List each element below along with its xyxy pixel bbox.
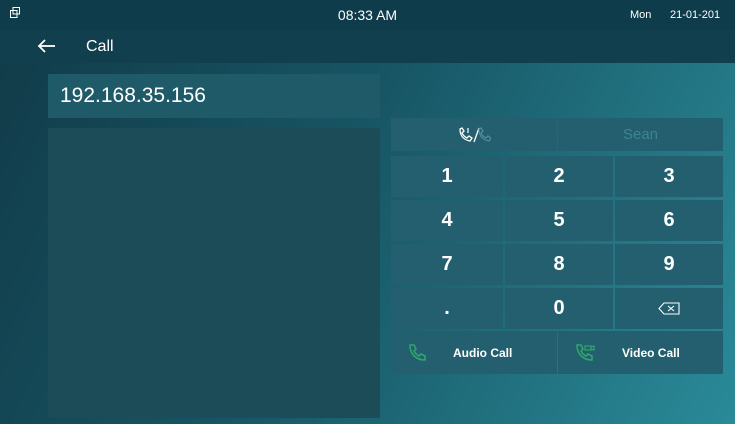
audio-call-button[interactable]: Audio Call bbox=[391, 331, 557, 374]
audio-call-label: Audio Call bbox=[453, 345, 513, 360]
key-8[interactable]: 8 bbox=[505, 244, 613, 285]
call-mode-toggle-button[interactable] bbox=[391, 118, 557, 151]
key-9[interactable]: 9 bbox=[615, 244, 723, 285]
key-7[interactable]: 7 bbox=[391, 244, 503, 285]
key-3[interactable]: 3 bbox=[615, 156, 723, 197]
video-preview-area bbox=[48, 128, 380, 418]
video-call-button[interactable]: Video Call bbox=[558, 331, 723, 374]
status-bar: 08:33 AM Mon 21-01-201 bbox=[0, 0, 735, 30]
contact-name[interactable]: Sean bbox=[558, 118, 723, 151]
status-time: 08:33 AM bbox=[337, 7, 398, 23]
call-mode-toggle-icon bbox=[459, 126, 491, 142]
page-title: Call bbox=[86, 38, 114, 55]
key-dot[interactable]: . bbox=[391, 288, 503, 329]
key-5[interactable]: 5 bbox=[505, 200, 613, 241]
video-call-label: Video Call bbox=[622, 345, 680, 360]
key-6[interactable]: 6 bbox=[615, 200, 723, 241]
status-day: Mon bbox=[630, 9, 652, 21]
key-2[interactable]: 2 bbox=[505, 156, 613, 197]
key-4[interactable]: 4 bbox=[391, 200, 503, 241]
arrow-left-icon[interactable] bbox=[36, 36, 58, 56]
phone-icon bbox=[409, 343, 426, 361]
video-phone-icon bbox=[576, 343, 595, 361]
dial-address-field[interactable]: 192.168.35.156 bbox=[48, 74, 380, 118]
key-0[interactable]: 0 bbox=[505, 288, 613, 329]
status-date: 21-01-201 bbox=[670, 9, 721, 21]
backspace-button[interactable] bbox=[615, 288, 723, 329]
key-1[interactable]: 1 bbox=[391, 156, 503, 197]
backspace-icon bbox=[658, 302, 680, 315]
